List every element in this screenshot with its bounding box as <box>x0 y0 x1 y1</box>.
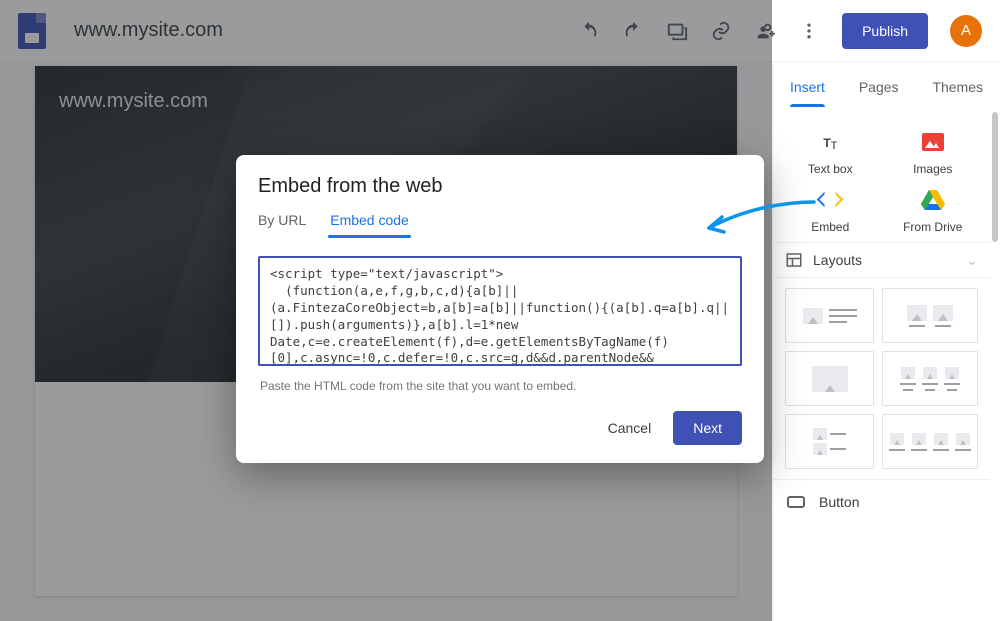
dialog-hint: Paste the HTML code from the site that y… <box>260 379 740 393</box>
tab-by-url[interactable]: By URL <box>258 212 306 238</box>
cancel-button[interactable]: Cancel <box>594 411 666 445</box>
embed-dialog: Embed from the web By URL Embed code Pas… <box>236 155 764 463</box>
dialog-title: Embed from the web <box>258 175 742 198</box>
next-button[interactable]: Next <box>673 411 742 445</box>
embed-code-input[interactable] <box>258 256 742 366</box>
dialog-tabs: By URL Embed code <box>258 212 742 238</box>
tab-embed-code[interactable]: Embed code <box>330 212 409 238</box>
